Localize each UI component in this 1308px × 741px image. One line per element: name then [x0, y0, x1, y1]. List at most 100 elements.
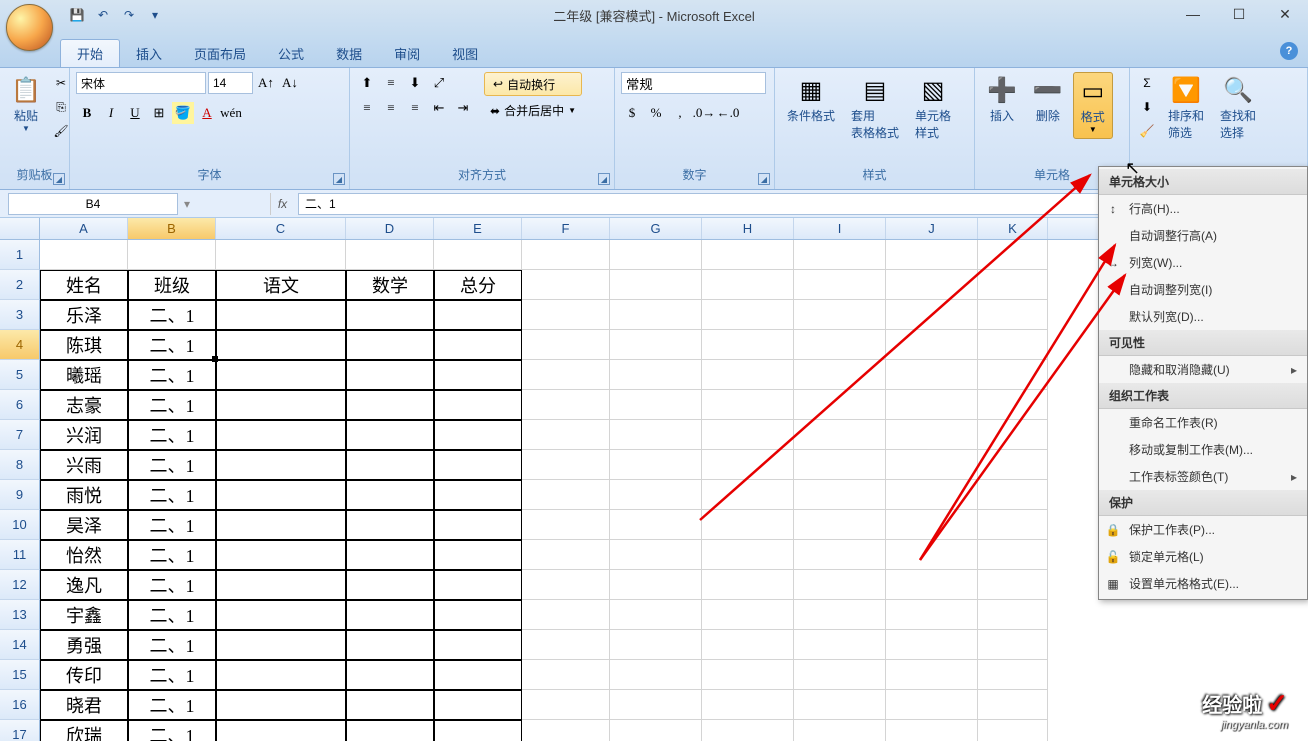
cell-I12[interactable]: [794, 570, 886, 600]
cell-G9[interactable]: [610, 480, 702, 510]
cell-I9[interactable]: [794, 480, 886, 510]
alignment-dialog-launcher[interactable]: ◢: [598, 173, 610, 185]
cell-E15[interactable]: [434, 660, 522, 690]
col-header-K[interactable]: K: [978, 218, 1048, 239]
italic-button[interactable]: I: [100, 102, 122, 124]
tab-审阅[interactable]: 审阅: [378, 40, 436, 67]
cell-E17[interactable]: [434, 720, 522, 741]
cell-G13[interactable]: [610, 600, 702, 630]
cell-K9[interactable]: [978, 480, 1048, 510]
cell-H15[interactable]: [702, 660, 794, 690]
decrease-indent-icon[interactable]: ⇤: [428, 97, 450, 119]
cell-K17[interactable]: [978, 720, 1048, 741]
cell-C14[interactable]: [216, 630, 346, 660]
cell-K15[interactable]: [978, 660, 1048, 690]
align-top-icon[interactable]: ⬆: [356, 72, 378, 94]
cell-C17[interactable]: [216, 720, 346, 741]
cell-B13[interactable]: 二、1: [128, 600, 216, 630]
row-header-5[interactable]: 5: [0, 360, 40, 390]
cell-H16[interactable]: [702, 690, 794, 720]
cell-J11[interactable]: [886, 540, 978, 570]
cell-K14[interactable]: [978, 630, 1048, 660]
cell-C15[interactable]: [216, 660, 346, 690]
cell-I10[interactable]: [794, 510, 886, 540]
border-button[interactable]: ⊞: [148, 102, 170, 124]
cell-G5[interactable]: [610, 360, 702, 390]
row-header-10[interactable]: 10: [0, 510, 40, 540]
cell-E7[interactable]: [434, 420, 522, 450]
fx-button[interactable]: fx: [270, 193, 294, 215]
menu-hide-unhide[interactable]: 隐藏和取消隐藏(U)▸: [1099, 356, 1307, 383]
cell-B11[interactable]: 二、1: [128, 540, 216, 570]
align-left-icon[interactable]: ≡: [356, 97, 378, 119]
cell-G6[interactable]: [610, 390, 702, 420]
cell-C11[interactable]: [216, 540, 346, 570]
cell-A12[interactable]: 逸凡: [40, 570, 128, 600]
increase-font-icon[interactable]: A↑: [255, 72, 277, 94]
row-header-17[interactable]: 17: [0, 720, 40, 741]
cell-B7[interactable]: 二、1: [128, 420, 216, 450]
cell-B5[interactable]: 二、1: [128, 360, 216, 390]
cell-I7[interactable]: [794, 420, 886, 450]
cell-J10[interactable]: [886, 510, 978, 540]
cell-I3[interactable]: [794, 300, 886, 330]
cell-F14[interactable]: [522, 630, 610, 660]
cell-G10[interactable]: [610, 510, 702, 540]
row-header-8[interactable]: 8: [0, 450, 40, 480]
cell-I14[interactable]: [794, 630, 886, 660]
cell-I2[interactable]: [794, 270, 886, 300]
cell-B17[interactable]: 二、1: [128, 720, 216, 741]
autosum-icon[interactable]: Σ: [1136, 72, 1158, 94]
phonetic-button[interactable]: wén: [220, 102, 242, 124]
increase-decimal-icon[interactable]: .0→: [693, 102, 715, 124]
cell-D16[interactable]: [346, 690, 434, 720]
cell-C7[interactable]: [216, 420, 346, 450]
cell-B10[interactable]: 二、1: [128, 510, 216, 540]
cell-D1[interactable]: [346, 240, 434, 270]
orientation-icon[interactable]: ⤢: [428, 72, 450, 94]
cell-C1[interactable]: [216, 240, 346, 270]
menu-lock-cell[interactable]: 🔓锁定单元格(L): [1099, 543, 1307, 570]
menu-col-width[interactable]: ↔列宽(W)...: [1099, 249, 1307, 276]
cell-J12[interactable]: [886, 570, 978, 600]
align-right-icon[interactable]: ≡: [404, 97, 426, 119]
cell-E8[interactable]: [434, 450, 522, 480]
cell-F2[interactable]: [522, 270, 610, 300]
name-box[interactable]: B4: [8, 193, 178, 215]
menu-row-height[interactable]: ↕行高(H)...: [1099, 195, 1307, 222]
cell-F7[interactable]: [522, 420, 610, 450]
cell-C9[interactable]: [216, 480, 346, 510]
cell-F11[interactable]: [522, 540, 610, 570]
undo-icon[interactable]: ↶: [93, 5, 113, 25]
col-header-H[interactable]: H: [702, 218, 794, 239]
cell-J7[interactable]: [886, 420, 978, 450]
row-header-7[interactable]: 7: [0, 420, 40, 450]
merge-center-button[interactable]: ⬌ 合并后居中 ▼: [484, 100, 582, 121]
cell-F5[interactable]: [522, 360, 610, 390]
cell-J9[interactable]: [886, 480, 978, 510]
row-header-3[interactable]: 3: [0, 300, 40, 330]
cell-D8[interactable]: [346, 450, 434, 480]
cell-K2[interactable]: [978, 270, 1048, 300]
col-header-G[interactable]: G: [610, 218, 702, 239]
cell-C6[interactable]: [216, 390, 346, 420]
menu-rename-sheet[interactable]: 重命名工作表(R): [1099, 409, 1307, 436]
row-header-14[interactable]: 14: [0, 630, 40, 660]
cell-B3[interactable]: 二、1: [128, 300, 216, 330]
menu-format-cells[interactable]: ▦设置单元格格式(E)...: [1099, 570, 1307, 597]
cell-C2[interactable]: 语文: [216, 270, 346, 300]
cell-G8[interactable]: [610, 450, 702, 480]
table-format-button[interactable]: ▤ 套用 表格格式: [845, 72, 905, 145]
cell-D13[interactable]: [346, 600, 434, 630]
font-name-input[interactable]: [76, 72, 206, 94]
tab-页面布局[interactable]: 页面布局: [178, 40, 262, 67]
tab-视图[interactable]: 视图: [436, 40, 494, 67]
row-header-12[interactable]: 12: [0, 570, 40, 600]
cell-A15[interactable]: 传印: [40, 660, 128, 690]
underline-button[interactable]: U: [124, 102, 146, 124]
col-header-E[interactable]: E: [434, 218, 522, 239]
cell-G14[interactable]: [610, 630, 702, 660]
cell-A11[interactable]: 怡然: [40, 540, 128, 570]
cell-H6[interactable]: [702, 390, 794, 420]
cell-F4[interactable]: [522, 330, 610, 360]
